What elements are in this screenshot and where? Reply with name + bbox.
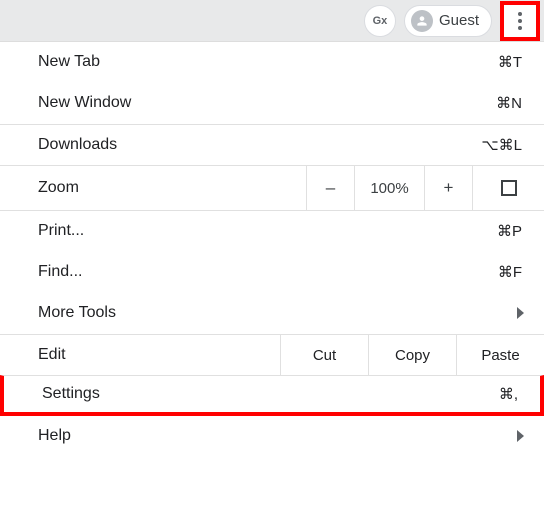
menu-label: Help [38, 427, 517, 445]
shortcut: ⌘N [496, 94, 522, 112]
shortcut: ⌥⌘L [481, 136, 522, 154]
translate-button[interactable]: Gx [364, 5, 396, 37]
menu-item-print[interactable]: Print... ⌘P [0, 211, 544, 252]
profile-button[interactable]: Guest [404, 5, 492, 37]
menu-label: New Window [38, 94, 496, 112]
fullscreen-icon [501, 180, 517, 196]
paste-button[interactable]: Paste [456, 335, 544, 375]
edit-label: Edit [0, 335, 280, 375]
menu-label: Print... [38, 222, 497, 240]
avatar-icon [411, 10, 433, 32]
menu-label: Settings [42, 385, 499, 403]
menu-item-zoom: Zoom – 100% + [0, 165, 544, 211]
menu-item-more-tools[interactable]: More Tools [0, 293, 544, 334]
translate-icon: Gx [373, 15, 388, 27]
chevron-right-icon [517, 430, 524, 442]
chevron-right-icon [517, 307, 524, 319]
menu-label: Downloads [38, 136, 481, 154]
zoom-value: 100% [354, 166, 424, 210]
fullscreen-button[interactable] [472, 166, 544, 210]
menu-item-downloads[interactable]: Downloads ⌥⌘L [0, 124, 544, 165]
menu-label: New Tab [38, 53, 498, 71]
menu-button-highlight [500, 1, 540, 41]
copy-button[interactable]: Copy [368, 335, 456, 375]
zoom-in-button[interactable]: + [424, 166, 472, 210]
menu-item-help[interactable]: Help [0, 416, 544, 457]
menu-item-settings[interactable]: Settings ⌘, [0, 375, 544, 416]
shortcut: ⌘T [498, 53, 522, 71]
menu-item-find[interactable]: Find... ⌘F [0, 252, 544, 293]
browser-toolbar: Gx Guest [0, 0, 544, 42]
menu-item-edit: Edit Cut Copy Paste [0, 334, 544, 375]
cut-button[interactable]: Cut [280, 335, 368, 375]
menu-label: Find... [38, 263, 498, 281]
shortcut: ⌘P [497, 222, 522, 240]
shortcut: ⌘F [498, 263, 522, 281]
zoom-out-button[interactable]: – [306, 166, 354, 210]
profile-label: Guest [439, 12, 479, 29]
menu-label: More Tools [38, 304, 517, 322]
zoom-label: Zoom [0, 166, 306, 210]
menu-item-new-window[interactable]: New Window ⌘N [0, 83, 544, 124]
menu-item-new-tab[interactable]: New Tab ⌘T [0, 42, 544, 83]
shortcut: ⌘, [499, 385, 518, 403]
browser-menu: New Tab ⌘T New Window ⌘N Downloads ⌥⌘L Z… [0, 42, 544, 457]
kebab-menu-button[interactable] [506, 7, 534, 35]
